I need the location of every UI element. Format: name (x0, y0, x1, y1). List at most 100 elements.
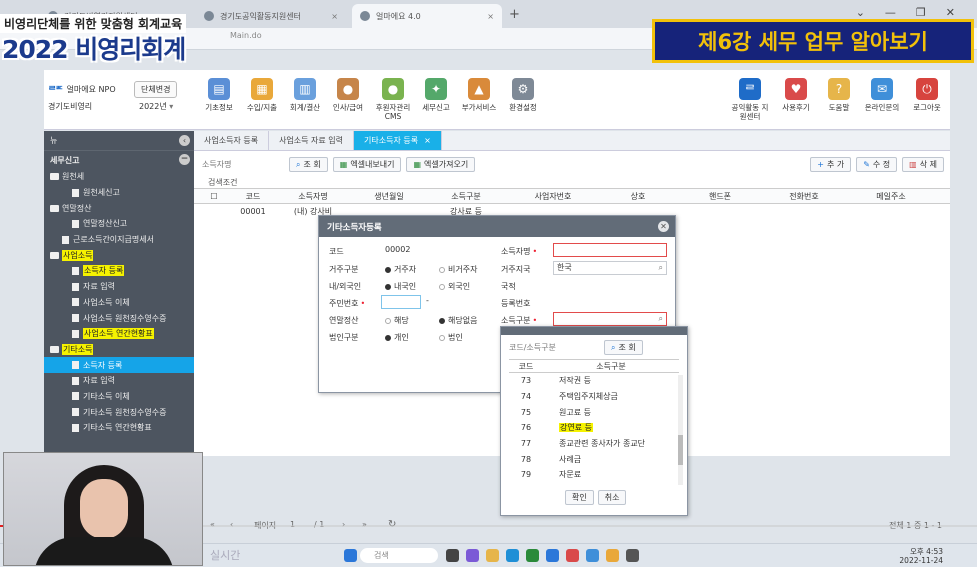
radio-yearend-yes[interactable]: 해당 (385, 315, 409, 326)
excel-import-button[interactable]: ▦ 엑셀가져오기 (406, 156, 476, 172)
menu-reviews[interactable]: ♥ 사용후기 (775, 78, 817, 112)
lookup-search-button[interactable]: ⌕ 조 회 (604, 339, 643, 355)
earner-name-field[interactable] (553, 243, 667, 257)
app-icon[interactable] (546, 549, 559, 562)
radio-foreign[interactable]: 외국인 (439, 281, 470, 292)
lookup-search-input[interactable] (509, 340, 599, 354)
browser-tab-3[interactable]: 얼마에요 4.0 × (352, 4, 502, 28)
column-header[interactable]: 생년월일 (354, 191, 424, 202)
close-icon[interactable]: × (487, 12, 494, 21)
column-header[interactable]: 핸드폰 (678, 191, 762, 202)
minimize-icon[interactable]: — (885, 6, 896, 19)
edit-button[interactable]: ✎ 수 정 (856, 157, 898, 172)
list-item[interactable]: 73 저작권 등 (509, 373, 679, 389)
new-tab-icon[interactable]: + (509, 7, 520, 22)
list-item[interactable]: 79 자문료 (509, 467, 679, 483)
list-item[interactable]: 74 주택입주지체상금 (509, 389, 679, 405)
lookup-scrollbar[interactable] (678, 375, 683, 485)
column-header[interactable]: 상호 (598, 191, 678, 202)
menu-donor-cms[interactable]: ● 후원자관리 CMS (372, 78, 414, 121)
list-item[interactable]: 76 강연료 등 (509, 420, 679, 436)
radio-yearend-no[interactable]: 해당없음 (439, 315, 477, 326)
sidebar-item[interactable]: 자료 입력 (44, 279, 194, 295)
taskbar-search[interactable]: 검색 (360, 548, 438, 563)
maximize-icon[interactable]: ❐ (916, 6, 926, 19)
sidebar-item[interactable]: 기타소득 원천징수영수증 (44, 404, 194, 420)
registration-number-field[interactable] (553, 295, 667, 309)
menu-accounting[interactable]: ▥ 회계/결산 (284, 78, 326, 112)
windows-start-icon[interactable] (344, 549, 357, 562)
sidebar-item[interactable]: 원천세 (44, 169, 194, 185)
add-button[interactable]: + 추 가 (810, 157, 852, 172)
radio-resident[interactable]: 거주자 (385, 264, 416, 275)
radio-individual[interactable]: 개인 (385, 332, 409, 343)
column-header[interactable]: 전화번호 (762, 191, 846, 202)
sidebar-item[interactable]: 연말정산 (44, 200, 194, 216)
sidebar-item[interactable]: 사업소득 (44, 247, 194, 263)
edge-icon[interactable] (506, 549, 519, 562)
search-condition-toggle[interactable]: 검색조건 (194, 177, 950, 188)
menu-help[interactable]: ? 도움말 (818, 78, 860, 112)
nationality-field[interactable] (553, 278, 667, 292)
collapse-section-icon[interactable]: − (179, 154, 190, 165)
file-explorer-icon[interactable] (486, 549, 499, 562)
sidebar-item[interactable]: 기타소득 (44, 342, 194, 358)
excel-app-icon[interactable] (526, 549, 539, 562)
menu-income-expense[interactable]: ▦ 수입/지출 (241, 78, 283, 112)
app-icon[interactable] (586, 549, 599, 562)
delete-button[interactable]: ▥ 삭 제 (902, 157, 944, 172)
close-window-icon[interactable]: ✕ (946, 6, 955, 19)
list-item[interactable]: 77 종교관련 종사자가 종교단 (509, 436, 679, 452)
radio-corporation[interactable]: 법인 (439, 332, 463, 343)
menu-online-inquiry[interactable]: ✉ 온라인문의 (861, 78, 903, 112)
residence-country-field[interactable]: 한국 ⌕ (553, 261, 667, 275)
close-icon[interactable]: ✕ (658, 221, 669, 232)
column-header[interactable]: 소득구분 (424, 191, 508, 202)
close-icon[interactable]: × (424, 136, 431, 145)
tab-business-income-register[interactable]: 사업소득자 등록 (194, 131, 270, 150)
app-icon[interactable] (626, 549, 639, 562)
list-item[interactable]: 78 사례금 (509, 451, 679, 467)
collapse-sidebar-icon[interactable]: ‹ (179, 135, 190, 146)
column-header[interactable]: 사업자번호 (508, 191, 598, 202)
sidebar-item[interactable]: 소득자 등록 (44, 263, 194, 279)
year-select[interactable]: 2022년 (139, 101, 173, 112)
radio-domestic[interactable]: 내국인 (385, 281, 416, 292)
excel-export-button[interactable]: ▦ 엑셀내보내기 (332, 156, 402, 172)
column-header[interactable]: 소득자명 (272, 191, 354, 202)
sidebar-item[interactable]: 사업소득 원천징수영수증 (44, 310, 194, 326)
task-view-icon[interactable] (446, 549, 459, 562)
menu-basic-info[interactable]: ▤ 기초정보 (198, 78, 240, 112)
radio-nonresident[interactable]: 비거주자 (439, 264, 477, 275)
earner-search-input[interactable] (202, 157, 284, 171)
sidebar-item[interactable]: 기타소득 이체 (44, 389, 194, 405)
cancel-button[interactable]: 취소 (597, 490, 627, 505)
menu-logout[interactable]: ⏻ 로그아웃 (906, 78, 948, 112)
search-icon[interactable]: ⌕ (659, 313, 663, 325)
sidebar-item[interactable]: 연말정산신고 (44, 216, 194, 232)
id-number-front-field[interactable] (381, 295, 421, 309)
change-org-button[interactable]: 단체변경 (134, 81, 178, 98)
list-item[interactable]: 75 원고료 등 (509, 404, 679, 420)
browser-tab-2[interactable]: 경기도공익활동지원센터 × (196, 4, 346, 28)
sidebar-item[interactable]: 원천세신고 (44, 185, 194, 201)
chevron-down-icon[interactable]: ⌄ (856, 6, 865, 19)
menu-extra-service[interactable]: ▲ 부가서비스 (458, 78, 500, 112)
tab-other-income-register[interactable]: 기타소득자 등록 × (354, 131, 442, 150)
select-all-checkbox[interactable]: ☐ (194, 192, 234, 201)
taskbar-clock[interactable]: 오후 4:53 2022-11-24 (899, 547, 943, 565)
sidebar-item[interactable]: 사업소득 이체 (44, 295, 194, 311)
column-header[interactable]: 코드 (234, 191, 272, 202)
chrome-icon[interactable] (606, 549, 619, 562)
column-header[interactable]: 메일주소 (846, 191, 936, 202)
sidebar-item[interactable]: 자료 입력 (44, 373, 194, 389)
scrollbar-thumb[interactable] (678, 435, 683, 465)
sidebar-item[interactable]: 소득자 등록 (44, 357, 194, 373)
menu-support-center[interactable]: ᄅ 공익활동 지원센터 (729, 78, 771, 121)
search-button[interactable]: ⌕ 조 회 (289, 156, 328, 172)
chat-app-icon[interactable] (466, 549, 479, 562)
sidebar-item[interactable]: 사업소득 연간현황표 (44, 326, 194, 342)
income-type-field[interactable]: ⌕ (553, 312, 667, 326)
sidebar-item[interactable]: 근로소득간이지급명세서 (44, 232, 194, 248)
menu-tax-report[interactable]: ✦ 세무신고 (415, 78, 457, 112)
